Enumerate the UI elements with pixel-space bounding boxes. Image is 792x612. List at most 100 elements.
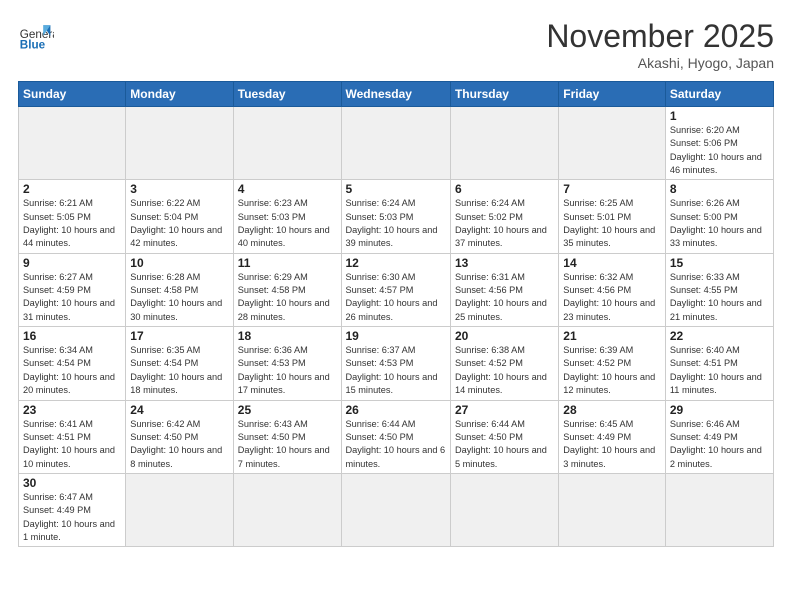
day-number: 29	[670, 403, 769, 417]
day-number: 30	[23, 476, 121, 490]
calendar-header-row: Sunday Monday Tuesday Wednesday Thursday…	[19, 82, 774, 107]
day-info: Sunrise: 6:33 AM Sunset: 4:55 PM Dayligh…	[670, 271, 769, 324]
col-tuesday: Tuesday	[233, 82, 341, 107]
calendar-cell: 20Sunrise: 6:38 AM Sunset: 4:52 PM Dayli…	[450, 327, 558, 400]
day-number: 9	[23, 256, 121, 270]
day-info: Sunrise: 6:32 AM Sunset: 4:56 PM Dayligh…	[563, 271, 661, 324]
calendar-cell: 17Sunrise: 6:35 AM Sunset: 4:54 PM Dayli…	[126, 327, 233, 400]
day-info: Sunrise: 6:30 AM Sunset: 4:57 PM Dayligh…	[346, 271, 446, 324]
day-number: 13	[455, 256, 554, 270]
calendar-cell	[19, 107, 126, 180]
day-number: 24	[130, 403, 228, 417]
logo: General Blue	[18, 18, 54, 54]
calendar-cell: 7Sunrise: 6:25 AM Sunset: 5:01 PM Daylig…	[559, 180, 666, 253]
calendar-week-row-0: 1Sunrise: 6:20 AM Sunset: 5:06 PM Daylig…	[19, 107, 774, 180]
day-info: Sunrise: 6:39 AM Sunset: 4:52 PM Dayligh…	[563, 344, 661, 397]
col-friday: Friday	[559, 82, 666, 107]
calendar-cell: 1Sunrise: 6:20 AM Sunset: 5:06 PM Daylig…	[665, 107, 773, 180]
day-info: Sunrise: 6:34 AM Sunset: 4:54 PM Dayligh…	[23, 344, 121, 397]
calendar-cell	[341, 107, 450, 180]
day-number: 15	[670, 256, 769, 270]
logo-icon: General Blue	[18, 18, 54, 54]
day-info: Sunrise: 6:31 AM Sunset: 4:56 PM Dayligh…	[455, 271, 554, 324]
calendar-cell	[450, 473, 558, 546]
calendar-cell: 3Sunrise: 6:22 AM Sunset: 5:04 PM Daylig…	[126, 180, 233, 253]
day-info: Sunrise: 6:28 AM Sunset: 4:58 PM Dayligh…	[130, 271, 228, 324]
day-info: Sunrise: 6:29 AM Sunset: 4:58 PM Dayligh…	[238, 271, 337, 324]
col-wednesday: Wednesday	[341, 82, 450, 107]
calendar-cell: 16Sunrise: 6:34 AM Sunset: 4:54 PM Dayli…	[19, 327, 126, 400]
day-info: Sunrise: 6:35 AM Sunset: 4:54 PM Dayligh…	[130, 344, 228, 397]
day-number: 14	[563, 256, 661, 270]
day-number: 26	[346, 403, 446, 417]
svg-text:Blue: Blue	[20, 39, 46, 52]
day-info: Sunrise: 6:20 AM Sunset: 5:06 PM Dayligh…	[670, 124, 769, 177]
day-info: Sunrise: 6:24 AM Sunset: 5:02 PM Dayligh…	[455, 197, 554, 250]
calendar-cell	[450, 107, 558, 180]
day-number: 7	[563, 182, 661, 196]
month-title: November 2025	[546, 18, 774, 55]
calendar-cell: 12Sunrise: 6:30 AM Sunset: 4:57 PM Dayli…	[341, 253, 450, 326]
calendar-cell: 26Sunrise: 6:44 AM Sunset: 4:50 PM Dayli…	[341, 400, 450, 473]
day-info: Sunrise: 6:36 AM Sunset: 4:53 PM Dayligh…	[238, 344, 337, 397]
day-number: 23	[23, 403, 121, 417]
day-number: 6	[455, 182, 554, 196]
page: General Blue November 2025 Akashi, Hyogo…	[0, 0, 792, 612]
col-saturday: Saturday	[665, 82, 773, 107]
day-info: Sunrise: 6:37 AM Sunset: 4:53 PM Dayligh…	[346, 344, 446, 397]
calendar-cell: 23Sunrise: 6:41 AM Sunset: 4:51 PM Dayli…	[19, 400, 126, 473]
calendar-cell: 27Sunrise: 6:44 AM Sunset: 4:50 PM Dayli…	[450, 400, 558, 473]
calendar-week-row-1: 2Sunrise: 6:21 AM Sunset: 5:05 PM Daylig…	[19, 180, 774, 253]
day-info: Sunrise: 6:23 AM Sunset: 5:03 PM Dayligh…	[238, 197, 337, 250]
day-number: 10	[130, 256, 228, 270]
col-monday: Monday	[126, 82, 233, 107]
calendar-cell: 19Sunrise: 6:37 AM Sunset: 4:53 PM Dayli…	[341, 327, 450, 400]
day-info: Sunrise: 6:42 AM Sunset: 4:50 PM Dayligh…	[130, 418, 228, 471]
day-number: 3	[130, 182, 228, 196]
calendar-week-row-3: 16Sunrise: 6:34 AM Sunset: 4:54 PM Dayli…	[19, 327, 774, 400]
col-thursday: Thursday	[450, 82, 558, 107]
day-number: 28	[563, 403, 661, 417]
calendar-cell	[341, 473, 450, 546]
calendar-cell: 30Sunrise: 6:47 AM Sunset: 4:49 PM Dayli…	[19, 473, 126, 546]
day-info: Sunrise: 6:45 AM Sunset: 4:49 PM Dayligh…	[563, 418, 661, 471]
day-info: Sunrise: 6:38 AM Sunset: 4:52 PM Dayligh…	[455, 344, 554, 397]
calendar-cell	[233, 107, 341, 180]
day-info: Sunrise: 6:25 AM Sunset: 5:01 PM Dayligh…	[563, 197, 661, 250]
day-info: Sunrise: 6:24 AM Sunset: 5:03 PM Dayligh…	[346, 197, 446, 250]
day-info: Sunrise: 6:21 AM Sunset: 5:05 PM Dayligh…	[23, 197, 121, 250]
day-number: 8	[670, 182, 769, 196]
calendar-cell: 15Sunrise: 6:33 AM Sunset: 4:55 PM Dayli…	[665, 253, 773, 326]
day-number: 5	[346, 182, 446, 196]
day-number: 4	[238, 182, 337, 196]
day-number: 21	[563, 329, 661, 343]
calendar-cell: 4Sunrise: 6:23 AM Sunset: 5:03 PM Daylig…	[233, 180, 341, 253]
calendar-cell	[559, 473, 666, 546]
day-number: 17	[130, 329, 228, 343]
calendar-cell: 21Sunrise: 6:39 AM Sunset: 4:52 PM Dayli…	[559, 327, 666, 400]
day-number: 11	[238, 256, 337, 270]
day-info: Sunrise: 6:44 AM Sunset: 4:50 PM Dayligh…	[455, 418, 554, 471]
day-info: Sunrise: 6:22 AM Sunset: 5:04 PM Dayligh…	[130, 197, 228, 250]
calendar-cell: 2Sunrise: 6:21 AM Sunset: 5:05 PM Daylig…	[19, 180, 126, 253]
calendar-week-row-2: 9Sunrise: 6:27 AM Sunset: 4:59 PM Daylig…	[19, 253, 774, 326]
day-number: 18	[238, 329, 337, 343]
day-number: 27	[455, 403, 554, 417]
day-number: 2	[23, 182, 121, 196]
day-info: Sunrise: 6:46 AM Sunset: 4:49 PM Dayligh…	[670, 418, 769, 471]
day-number: 16	[23, 329, 121, 343]
day-info: Sunrise: 6:41 AM Sunset: 4:51 PM Dayligh…	[23, 418, 121, 471]
title-block: November 2025 Akashi, Hyogo, Japan	[546, 18, 774, 71]
calendar-cell: 18Sunrise: 6:36 AM Sunset: 4:53 PM Dayli…	[233, 327, 341, 400]
day-info: Sunrise: 6:47 AM Sunset: 4:49 PM Dayligh…	[23, 491, 121, 544]
day-number: 12	[346, 256, 446, 270]
day-info: Sunrise: 6:40 AM Sunset: 4:51 PM Dayligh…	[670, 344, 769, 397]
calendar-cell: 8Sunrise: 6:26 AM Sunset: 5:00 PM Daylig…	[665, 180, 773, 253]
calendar-cell	[126, 107, 233, 180]
calendar-cell: 22Sunrise: 6:40 AM Sunset: 4:51 PM Dayli…	[665, 327, 773, 400]
calendar-cell: 24Sunrise: 6:42 AM Sunset: 4:50 PM Dayli…	[126, 400, 233, 473]
day-number: 1	[670, 109, 769, 123]
day-info: Sunrise: 6:43 AM Sunset: 4:50 PM Dayligh…	[238, 418, 337, 471]
calendar-cell	[559, 107, 666, 180]
day-info: Sunrise: 6:44 AM Sunset: 4:50 PM Dayligh…	[346, 418, 446, 471]
